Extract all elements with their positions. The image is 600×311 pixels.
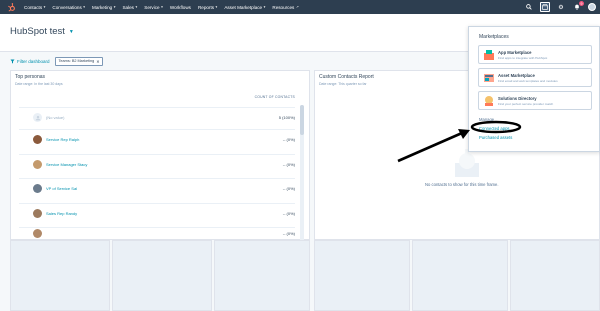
- nav-service[interactable]: Service ▾: [144, 5, 163, 10]
- dashboard-tile-placeholder: [510, 240, 600, 311]
- persona-count: -- (0%): [282, 162, 295, 167]
- item-title: Asset Marketplace: [498, 72, 535, 78]
- table-row: Service Rep Ralph -- (0%): [19, 129, 295, 149]
- filter-dashboard-link[interactable]: Filter dashboard: [10, 59, 50, 64]
- connected-apps-link[interactable]: Connected apps: [479, 126, 510, 131]
- table-row: -- (0%): [19, 227, 295, 239]
- dashboard-tile-placeholder: [214, 240, 310, 311]
- bell-icon[interactable]: 9: [572, 1, 584, 12]
- avatar: [33, 229, 42, 238]
- hubspot-logo-icon[interactable]: [4, 0, 18, 14]
- avatar: [33, 135, 42, 144]
- column-header[interactable]: COUNT OF CONTACTS: [255, 95, 295, 99]
- item-description: Find email and web templates and modules: [498, 78, 558, 83]
- nav-reports[interactable]: Reports ▾: [198, 5, 217, 10]
- item-description: Find apps to integrate with HubSpot: [498, 55, 548, 60]
- chip-label: Teams: B2 Marketing: [58, 59, 95, 63]
- persona-count: -- (0%): [282, 211, 295, 216]
- nav-contacts[interactable]: Contacts ▾: [24, 5, 45, 10]
- chevron-down-icon: ▾: [215, 5, 218, 9]
- page-title: HubSpot test: [10, 26, 65, 37]
- chevron-down-icon: ▾: [161, 5, 163, 9]
- gear-icon[interactable]: ⚙: [556, 2, 566, 12]
- nav-asset-marketplace[interactable]: Asset Marketplace ▾: [224, 5, 265, 10]
- persona-count: -- (0%): [282, 186, 295, 191]
- persona-name[interactable]: Sales Rep Randy: [46, 211, 77, 216]
- nav-workflows[interactable]: Workflows: [170, 5, 191, 10]
- user-avatar[interactable]: [588, 3, 596, 11]
- avatar: [33, 209, 42, 218]
- marketplaces-dropdown: Marketplaces App Marketplace Find apps t…: [468, 26, 600, 152]
- notification-count: 9: [579, 1, 584, 6]
- app-marketplace-item[interactable]: App Marketplace Find apps to integrate w…: [478, 45, 592, 64]
- caret-down-icon: ▼: [68, 28, 74, 35]
- dashboard-selector[interactable]: HubSpot test ▼: [10, 26, 74, 37]
- scrollbar-thumb[interactable]: [300, 105, 304, 135]
- nav-sales[interactable]: Sales ▾: [122, 5, 137, 10]
- item-title: App Marketplace: [498, 49, 532, 55]
- table-row: VP of Service Sal -- (0%): [19, 178, 295, 198]
- persona-count: -- (0%): [282, 137, 295, 142]
- persona-name[interactable]: Service Rep Ralph: [46, 137, 79, 142]
- close-icon[interactable]: ✕: [96, 59, 99, 64]
- persona-name[interactable]: Service Manager Stacy: [46, 162, 87, 167]
- persona-count: 5 (100%): [278, 115, 295, 120]
- asset-marketplace-item[interactable]: Asset Marketplace Find email and web tem…: [478, 68, 592, 87]
- top-nav: Contacts ▾ Conversations ▾ Marketing ▾ Sale…: [0, 0, 600, 14]
- nav-resources[interactable]: Resources ↗: [272, 5, 298, 10]
- asset-marketplace-icon: [482, 71, 495, 84]
- search-icon[interactable]: [524, 2, 534, 12]
- persona-count: -- (0%): [282, 231, 295, 236]
- team-filter-chip[interactable]: Teams: B2 Marketing ✕: [54, 56, 104, 66]
- nav-marketing[interactable]: Marketing ▾: [92, 5, 115, 10]
- chevron-down-icon: ▾: [135, 5, 138, 9]
- dashboard-tile-placeholder: [314, 240, 410, 311]
- manage-section-label: Manage: [479, 117, 495, 122]
- chevron-down-icon: ▾: [263, 5, 266, 9]
- empty-state-message: No contacts to show for this time frame.: [425, 182, 499, 187]
- item-title: Solutions Directory: [498, 95, 537, 101]
- avatar: [33, 184, 42, 193]
- dashboard-tile-placeholder: [10, 240, 110, 311]
- app-marketplace-icon: [482, 48, 495, 61]
- filter-icon: [10, 59, 15, 63]
- persona-name: (No value): [46, 115, 65, 120]
- card-subtitle: Date range: In the last 30 days: [15, 81, 63, 86]
- nav-conversations[interactable]: Conversations ▾: [52, 5, 85, 10]
- marketplace-icon[interactable]: [540, 2, 550, 12]
- chevron-down-icon: ▾: [43, 5, 46, 9]
- dashboard-tile-placeholder: [112, 240, 212, 311]
- solutions-directory-icon: [482, 94, 495, 107]
- table-row: Sales Rep Randy -- (0%): [19, 203, 295, 223]
- chevron-down-icon: ▾: [83, 5, 86, 9]
- avatar: [33, 160, 42, 169]
- table-row: (No value) 5 (100%): [19, 107, 295, 127]
- dropdown-title: Marketplaces: [479, 34, 509, 40]
- filter-dashboard-label: Filter dashboard: [17, 58, 50, 64]
- avatar: [33, 113, 42, 122]
- item-description: Find your perfect service provider match: [498, 101, 554, 106]
- table-row: Service Manager Stacy -- (0%): [19, 154, 295, 174]
- dashboard-tile-placeholder: [412, 240, 508, 311]
- card-title: Top personas: [15, 74, 46, 80]
- solutions-directory-item[interactable]: Solutions Directory Find your perfect se…: [478, 91, 592, 110]
- chevron-down-icon: ▾: [113, 5, 116, 9]
- purchased-assets-link[interactable]: Purchased assets: [479, 135, 512, 140]
- persona-name[interactable]: VP of Service Sal: [46, 186, 77, 191]
- external-link-icon: ↗: [295, 5, 299, 9]
- top-personas-card: Top personas Date range: In the last 30 …: [10, 70, 310, 273]
